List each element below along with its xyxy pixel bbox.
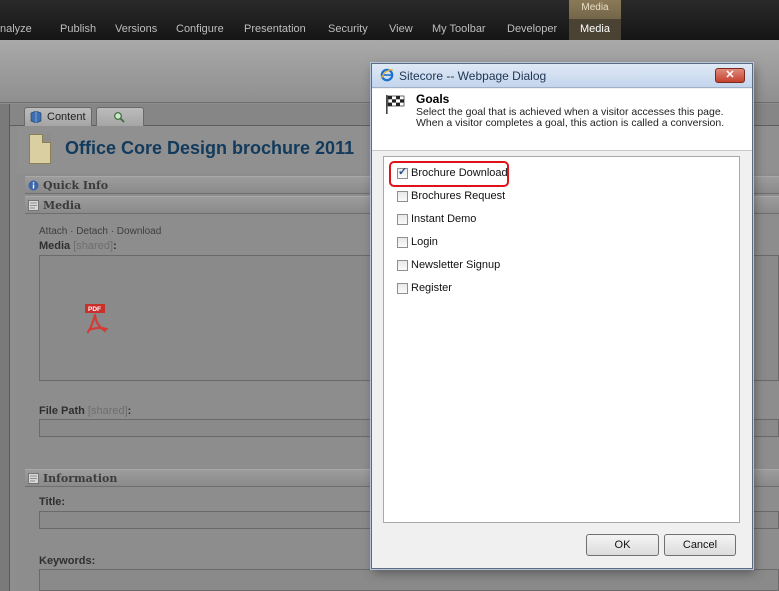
goals-dialog: Sitecore -- Webpage Dialog ✕ Goals Selec…	[371, 63, 753, 569]
checkered-flag-icon	[386, 95, 405, 114]
goal-label: Newsletter Signup	[411, 259, 501, 271]
document-icon	[29, 134, 51, 164]
goal-label: Login	[411, 236, 438, 248]
dialog-title: Sitecore -- Webpage Dialog	[399, 69, 547, 83]
file-path-label: File Path [shared]:	[39, 405, 131, 417]
media-actions[interactable]: Attach · Detach · Download	[39, 226, 161, 237]
tab-search[interactable]	[96, 107, 144, 126]
goal-checkbox[interactable]	[397, 166, 408, 179]
pdf-icon: PDF	[85, 304, 109, 334]
label-colon: :	[113, 240, 117, 252]
goals-list: Brochure Download Brochures Request Inst…	[383, 156, 740, 523]
file-path-label-text: File Path	[39, 405, 85, 417]
ribbon-tab-view[interactable]: View	[389, 19, 413, 39]
ribbon-tab-bar: nalyze Publish Versions Configure Presen…	[0, 0, 779, 40]
label-colon: :	[127, 405, 132, 417]
goal-checkbox[interactable]	[397, 283, 408, 294]
info-icon	[28, 180, 39, 191]
goal-checkbox[interactable]	[397, 260, 408, 271]
tab-content-label: Content	[47, 111, 86, 123]
item-title: Office Core Design brochure 2011	[65, 138, 355, 158]
ribbon-tab-my-toolbar[interactable]: My Toolbar	[432, 19, 486, 39]
goal-checkbox[interactable]	[397, 214, 408, 225]
ribbon-partial-button[interactable]	[0, 68, 8, 98]
dialog-titlebar[interactable]: Sitecore -- Webpage Dialog ✕	[372, 64, 752, 88]
close-icon: ✕	[725, 69, 735, 81]
ribbon-tab-media[interactable]: Media	[569, 19, 621, 40]
ribbon-tab-configure[interactable]: Configure	[176, 19, 224, 39]
goal-label: Brochure Download	[411, 167, 508, 179]
ribbon-tab-publish[interactable]: Publish	[60, 19, 96, 39]
section-quick-info-label: Quick Info	[43, 179, 109, 192]
media-field-label: Media [shared]:	[39, 240, 117, 252]
goal-label: Instant Demo	[411, 213, 477, 225]
content-tree-gutter	[0, 104, 10, 591]
ribbon-tab-security[interactable]: Security	[328, 19, 368, 39]
section-media-label: Media	[43, 199, 82, 212]
dialog-header: Goals Select the goal that is achieved w…	[372, 89, 752, 151]
goal-checkbox[interactable]	[397, 191, 408, 202]
ok-button[interactable]: OK	[586, 534, 659, 556]
goal-label: Brochures Request	[411, 190, 506, 202]
section-form-icon	[28, 200, 39, 211]
dialog-heading: Goals	[416, 92, 450, 106]
dialog-description: Select the goal that is achieved when a …	[416, 106, 725, 129]
keywords-field[interactable]	[39, 569, 779, 591]
ribbon-tab-developer[interactable]: Developer	[507, 19, 557, 39]
goal-checkbox[interactable]	[397, 237, 408, 248]
content-tab-icon	[30, 111, 42, 123]
ribbon-tab-analyze[interactable]: nalyze	[0, 19, 32, 39]
ribbon-tab-versions[interactable]: Versions	[115, 19, 157, 39]
section-information-label: Information	[43, 472, 118, 485]
shared-tag: [shared]	[87, 405, 128, 417]
ribbon-tab-presentation[interactable]: Presentation	[244, 19, 306, 39]
media-context-group: Media Media	[569, 0, 621, 40]
media-label-text: Media	[39, 240, 71, 252]
internet-explorer-icon	[380, 68, 394, 82]
keywords-field-label: Keywords:	[39, 555, 96, 567]
goal-label: Register	[411, 282, 452, 294]
title-field-label: Title:	[39, 496, 66, 508]
section-form-icon	[28, 473, 39, 484]
search-icon	[114, 112, 125, 123]
media-context-group-label: Media	[581, 2, 609, 13]
dialog-close-button[interactable]: ✕	[715, 68, 745, 83]
cancel-button[interactable]: Cancel	[664, 534, 736, 556]
pdf-badge-text: PDF	[88, 306, 101, 313]
tab-content[interactable]: Content	[24, 107, 92, 126]
shared-tag: [shared]	[73, 240, 113, 252]
